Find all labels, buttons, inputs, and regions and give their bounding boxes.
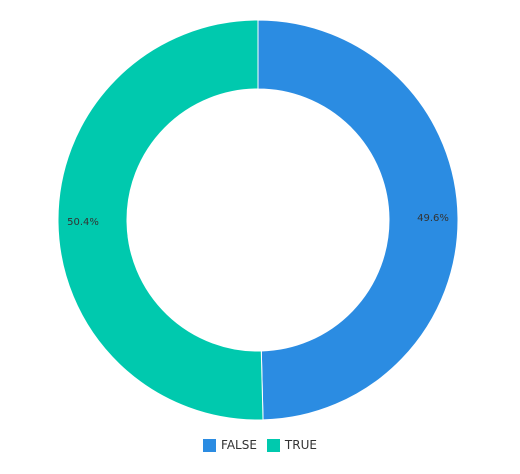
donut-chart-svg: 49.6% 50.4% [57,19,459,421]
legend: FALSE TRUE [0,438,520,452]
legend-swatch-false [203,438,217,452]
legend-swatch-true [266,438,280,452]
legend-label-false: FALSE [221,438,257,452]
legend-item-true[interactable]: TRUE [266,438,317,452]
slice-label-true: 50.4% [67,217,99,228]
slice-label-false: 49.6% [417,213,449,224]
legend-item-false[interactable]: FALSE [203,438,257,452]
legend-label-true: TRUE [284,438,317,452]
donut-chart: 49.6% 50.4% [0,0,520,469]
